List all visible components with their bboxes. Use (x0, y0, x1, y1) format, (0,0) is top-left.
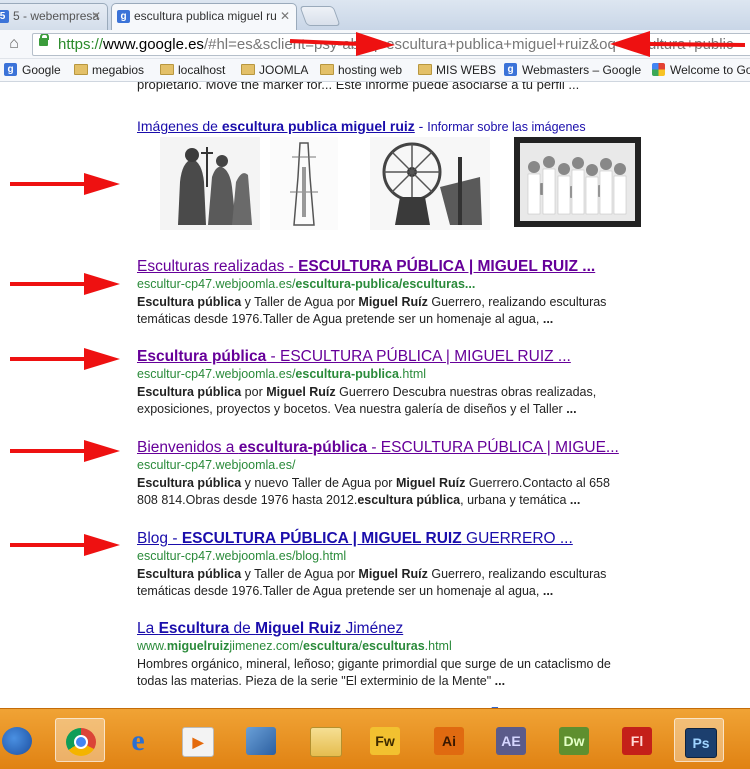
result-4-title[interactable]: Blog - ESCULTURA PÚBLICA | MIGUEL RUIZ G… (137, 530, 573, 548)
folder-icon (160, 64, 174, 75)
taskbar-fireworks[interactable]: Fw (360, 718, 410, 762)
folder-icon (418, 64, 432, 75)
firefox-icon (2, 727, 32, 755)
bookmarks-bar: g Google megabios localhost JOOMLA hosti… (0, 59, 750, 82)
result-2-snippet: Escultura pública por Miguel Ruíz Guerre… (137, 385, 597, 416)
taskbar-photoshop[interactable]: Ps (674, 718, 724, 762)
folder-icon (74, 64, 88, 75)
internet-explorer-icon: e (131, 724, 145, 757)
paint-icon (246, 727, 276, 755)
chrome-icon (66, 728, 96, 756)
taskbar-media-player[interactable]: ▶ (172, 718, 222, 762)
google-favicon-icon: g (504, 63, 517, 76)
result-2-url: escultur-cp47.webjoomla.es/escultura-pub… (137, 367, 427, 381)
tab-strip: 5 5 - webempresa ✕ g escultura publica m… (0, 0, 750, 30)
taskbar-chrome[interactable] (55, 718, 105, 762)
taskbar-paint[interactable] (236, 718, 286, 762)
web-favicon-icon (652, 63, 665, 76)
illustrator-icon: Ai (434, 727, 464, 755)
flash-icon: Fl (622, 727, 652, 755)
close-icon[interactable]: ✕ (280, 9, 290, 23)
photoshop-icon: Ps (685, 728, 717, 758)
image-thumbnail-sculpture[interactable] (160, 137, 260, 230)
red-arrow-icon (10, 348, 120, 370)
result-1-title[interactable]: Esculturas realizadas - ESCULTURA PÚBLIC… (137, 258, 595, 276)
tab-title: 5 - webempresa (13, 9, 100, 23)
image-thumbnail-sketch[interactable] (270, 137, 338, 230)
result-3-url: escultur-cp47.webjoomla.es/ (137, 458, 296, 472)
taskbar-flash[interactable]: Fl (612, 718, 662, 762)
result-5-snippet: Hombres orgánico, mineral, leñoso; gigan… (137, 657, 611, 688)
taskbar-after-effects[interactable]: AE (486, 718, 536, 762)
tab-escultura[interactable]: g escultura publica miguel ru ✕ (111, 3, 297, 30)
result-4-url: escultur-cp47.webjoomla.es/blog.html (137, 549, 347, 563)
url-text[interactable]: https://www.google.es/#hl=es&sclient=psy… (58, 34, 733, 55)
result-5-title[interactable]: La Escultura de Miguel Ruiz Jiménez (137, 620, 403, 638)
red-arrow-icon (10, 534, 120, 556)
folder-icon (310, 727, 342, 757)
folder-icon (320, 64, 334, 75)
taskbar-internet-explorer[interactable]: e (113, 718, 163, 762)
images-header: Imágenes de escultura publica miguel rui… (137, 118, 586, 134)
tab-favicon: 5 (0, 10, 9, 23)
home-icon[interactable]: ⌂ (5, 35, 23, 53)
taskbar-dreamweaver[interactable]: Dw (549, 718, 599, 762)
result-5-url: www.miguelruizjimenez.com/escultura/escu… (137, 639, 452, 653)
close-icon[interactable]: ✕ (91, 9, 101, 23)
red-arrow-icon (10, 173, 120, 195)
images-link[interactable]: Imágenes de escultura publica miguel rui… (137, 118, 415, 134)
search-results: propietario. Move the marker for... Este… (0, 82, 750, 708)
result-1-snippet: Escultura pública y Taller de Agua por M… (137, 295, 607, 326)
taskbar-file-explorer[interactable] (300, 718, 350, 762)
result-1-url: escultur-cp47.webjoomla.es/escultura-pub… (137, 277, 476, 291)
dreamweaver-icon: Dw (559, 727, 589, 755)
bookmark-megabios[interactable]: megabios (74, 62, 144, 78)
result-3-snippet: Escultura pública y nuevo Taller de Agua… (137, 476, 610, 507)
result-4-snippet: Escultura pública y Taller de Agua por M… (137, 567, 607, 598)
google-favicon-icon: g (117, 10, 130, 23)
result-2-title[interactable]: Escultura pública - ESCULTURA PÚBLICA | … (137, 348, 571, 366)
top-snippet-fragment: propietario. Move the marker for... Este… (137, 82, 580, 92)
address-bar[interactable]: https://www.google.es/#hl=es&sclient=psy… (32, 33, 750, 56)
red-arrow-icon (10, 440, 120, 462)
report-images-link[interactable]: Informar sobre las imágenes (427, 120, 585, 134)
result-3-title[interactable]: Bienvenidos a escultura-pública - ESCULT… (137, 439, 619, 457)
tab-webempresa[interactable]: 5 5 - webempresa ✕ (0, 3, 108, 30)
bookmark-welcome[interactable]: Welcome to Go (652, 62, 750, 78)
image-thumbnail-group-photo[interactable] (514, 137, 641, 227)
after-effects-icon: AE (496, 727, 526, 755)
bookmark-mis-webs[interactable]: MIS WEBS (418, 62, 496, 78)
folder-icon (241, 64, 255, 75)
image-thumbnail-water-wheel[interactable] (370, 137, 490, 230)
bookmark-google[interactable]: g Google (4, 62, 61, 78)
tab-title: escultura publica miguel ru (134, 9, 277, 23)
fireworks-icon: Fw (370, 727, 400, 755)
new-tab-button[interactable] (299, 6, 341, 26)
lock-icon (39, 34, 49, 46)
toolbar: ⌂ https://www.google.es/#hl=es&sclient=p… (0, 30, 750, 59)
google-favicon-icon: g (4, 63, 17, 76)
bookmark-hosting-web[interactable]: hosting web (320, 62, 402, 78)
red-arrow-icon (10, 273, 120, 295)
bookmark-webmasters-google[interactable]: g Webmasters – Google (504, 62, 641, 78)
bookmark-localhost[interactable]: localhost (160, 62, 225, 78)
media-player-icon: ▶ (182, 727, 214, 757)
taskbar-illustrator[interactable]: Ai (424, 718, 474, 762)
windows-taskbar: e ▶ Fw Ai AE Dw Fl Ps (0, 708, 750, 769)
bookmark-joomla[interactable]: JOOMLA (241, 62, 308, 78)
taskbar-firefox[interactable] (0, 718, 42, 762)
